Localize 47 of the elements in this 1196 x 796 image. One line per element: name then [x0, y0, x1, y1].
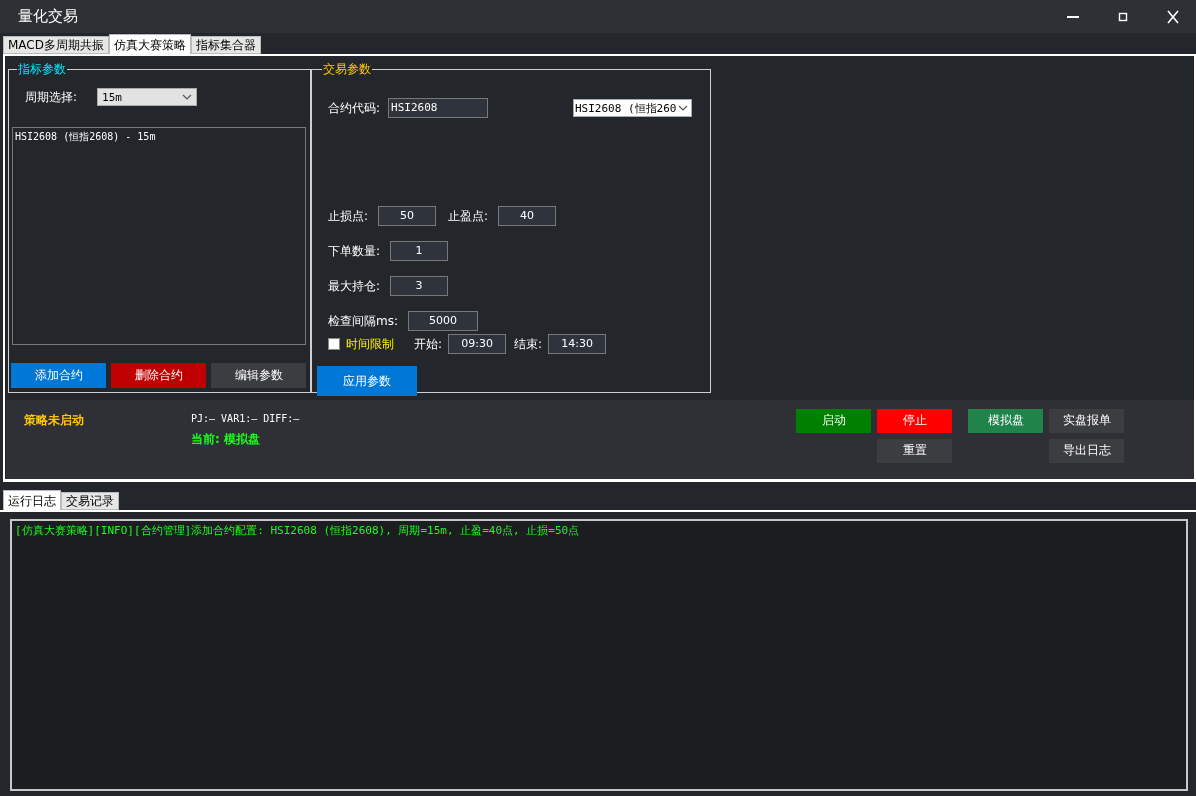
input-field[interactable]: 3: [390, 276, 449, 296]
action-button[interactable]: 添加合约: [11, 363, 106, 388]
field-label: 止损点:: [328, 207, 369, 225]
control-button[interactable]: 重置: [877, 438, 952, 463]
list-item[interactable]: HSI2608 (恒指2608) - 15m: [15, 130, 303, 144]
action-button[interactable]: 编辑参数: [211, 363, 306, 388]
log-line: [仿真大赛策略][INFO][合约管理]添加合约配置: HSI2608 (恒指2608), 周期=15m, 止盈=40点, 止损=50点: [15, 523, 581, 538]
contract-field[interactable]: HSI2608: [388, 98, 489, 118]
group-title: 交易参数: [322, 61, 372, 78]
control-button[interactable]: 模拟盘: [968, 408, 1043, 433]
tab[interactable]: 仿真大赛策略: [109, 34, 191, 54]
field-label: 检查间隔ms:: [328, 312, 398, 330]
current-mode: 当前: 模拟盘: [191, 430, 261, 448]
input-field[interactable]: 1: [390, 241, 449, 261]
control-button[interactable]: 启动: [796, 408, 871, 433]
control-button[interactable]: 停止: [877, 408, 952, 433]
strategy-status: 策略未启动: [24, 411, 85, 429]
field-label: 下单数量:: [328, 242, 381, 260]
field-label: 最大持仓:: [328, 277, 381, 295]
control-button[interactable]: 实盘报单: [1049, 408, 1124, 433]
group-title: 指标参数: [17, 61, 67, 78]
control-button[interactable]: 导出日志: [1049, 438, 1124, 463]
tab[interactable]: 运行日志: [3, 490, 61, 510]
input-field[interactable]: 50: [378, 206, 437, 226]
tab[interactable]: 交易记录: [61, 492, 119, 510]
input-field[interactable]: 40: [498, 206, 557, 226]
tab[interactable]: 指标集合器: [191, 36, 261, 54]
period-dropdown[interactable]: 15m: [97, 88, 198, 106]
window-title: 量化交易: [18, 7, 78, 26]
action-button[interactable]: 删除合约: [111, 363, 206, 388]
checkbox-label: 时间限制: [346, 335, 394, 353]
tab[interactable]: MACD多周期共振: [3, 36, 109, 54]
time-field[interactable]: 14:30: [548, 334, 607, 354]
close-icon[interactable]: [1166, 9, 1180, 24]
checkbox[interactable]: [328, 338, 340, 350]
contract-dropdown[interactable]: HSI2608 (恒指260: [573, 99, 692, 117]
period-label: 周期选择:: [25, 88, 78, 106]
input-field[interactable]: 5000: [408, 311, 478, 331]
field-label: 结束:: [514, 335, 543, 353]
time-field[interactable]: 09:30: [448, 334, 507, 354]
field-label: 止盈点:: [448, 207, 489, 225]
field-label: 开始:: [414, 335, 443, 353]
indicator-values: PJ:— VAR1:— DIFF:—: [191, 412, 300, 424]
chevron-down-icon: [678, 105, 688, 111]
chevron-down-icon: [182, 94, 193, 100]
field-label: 合约代码:: [328, 99, 381, 117]
apply-button[interactable]: 应用参数: [317, 366, 417, 396]
